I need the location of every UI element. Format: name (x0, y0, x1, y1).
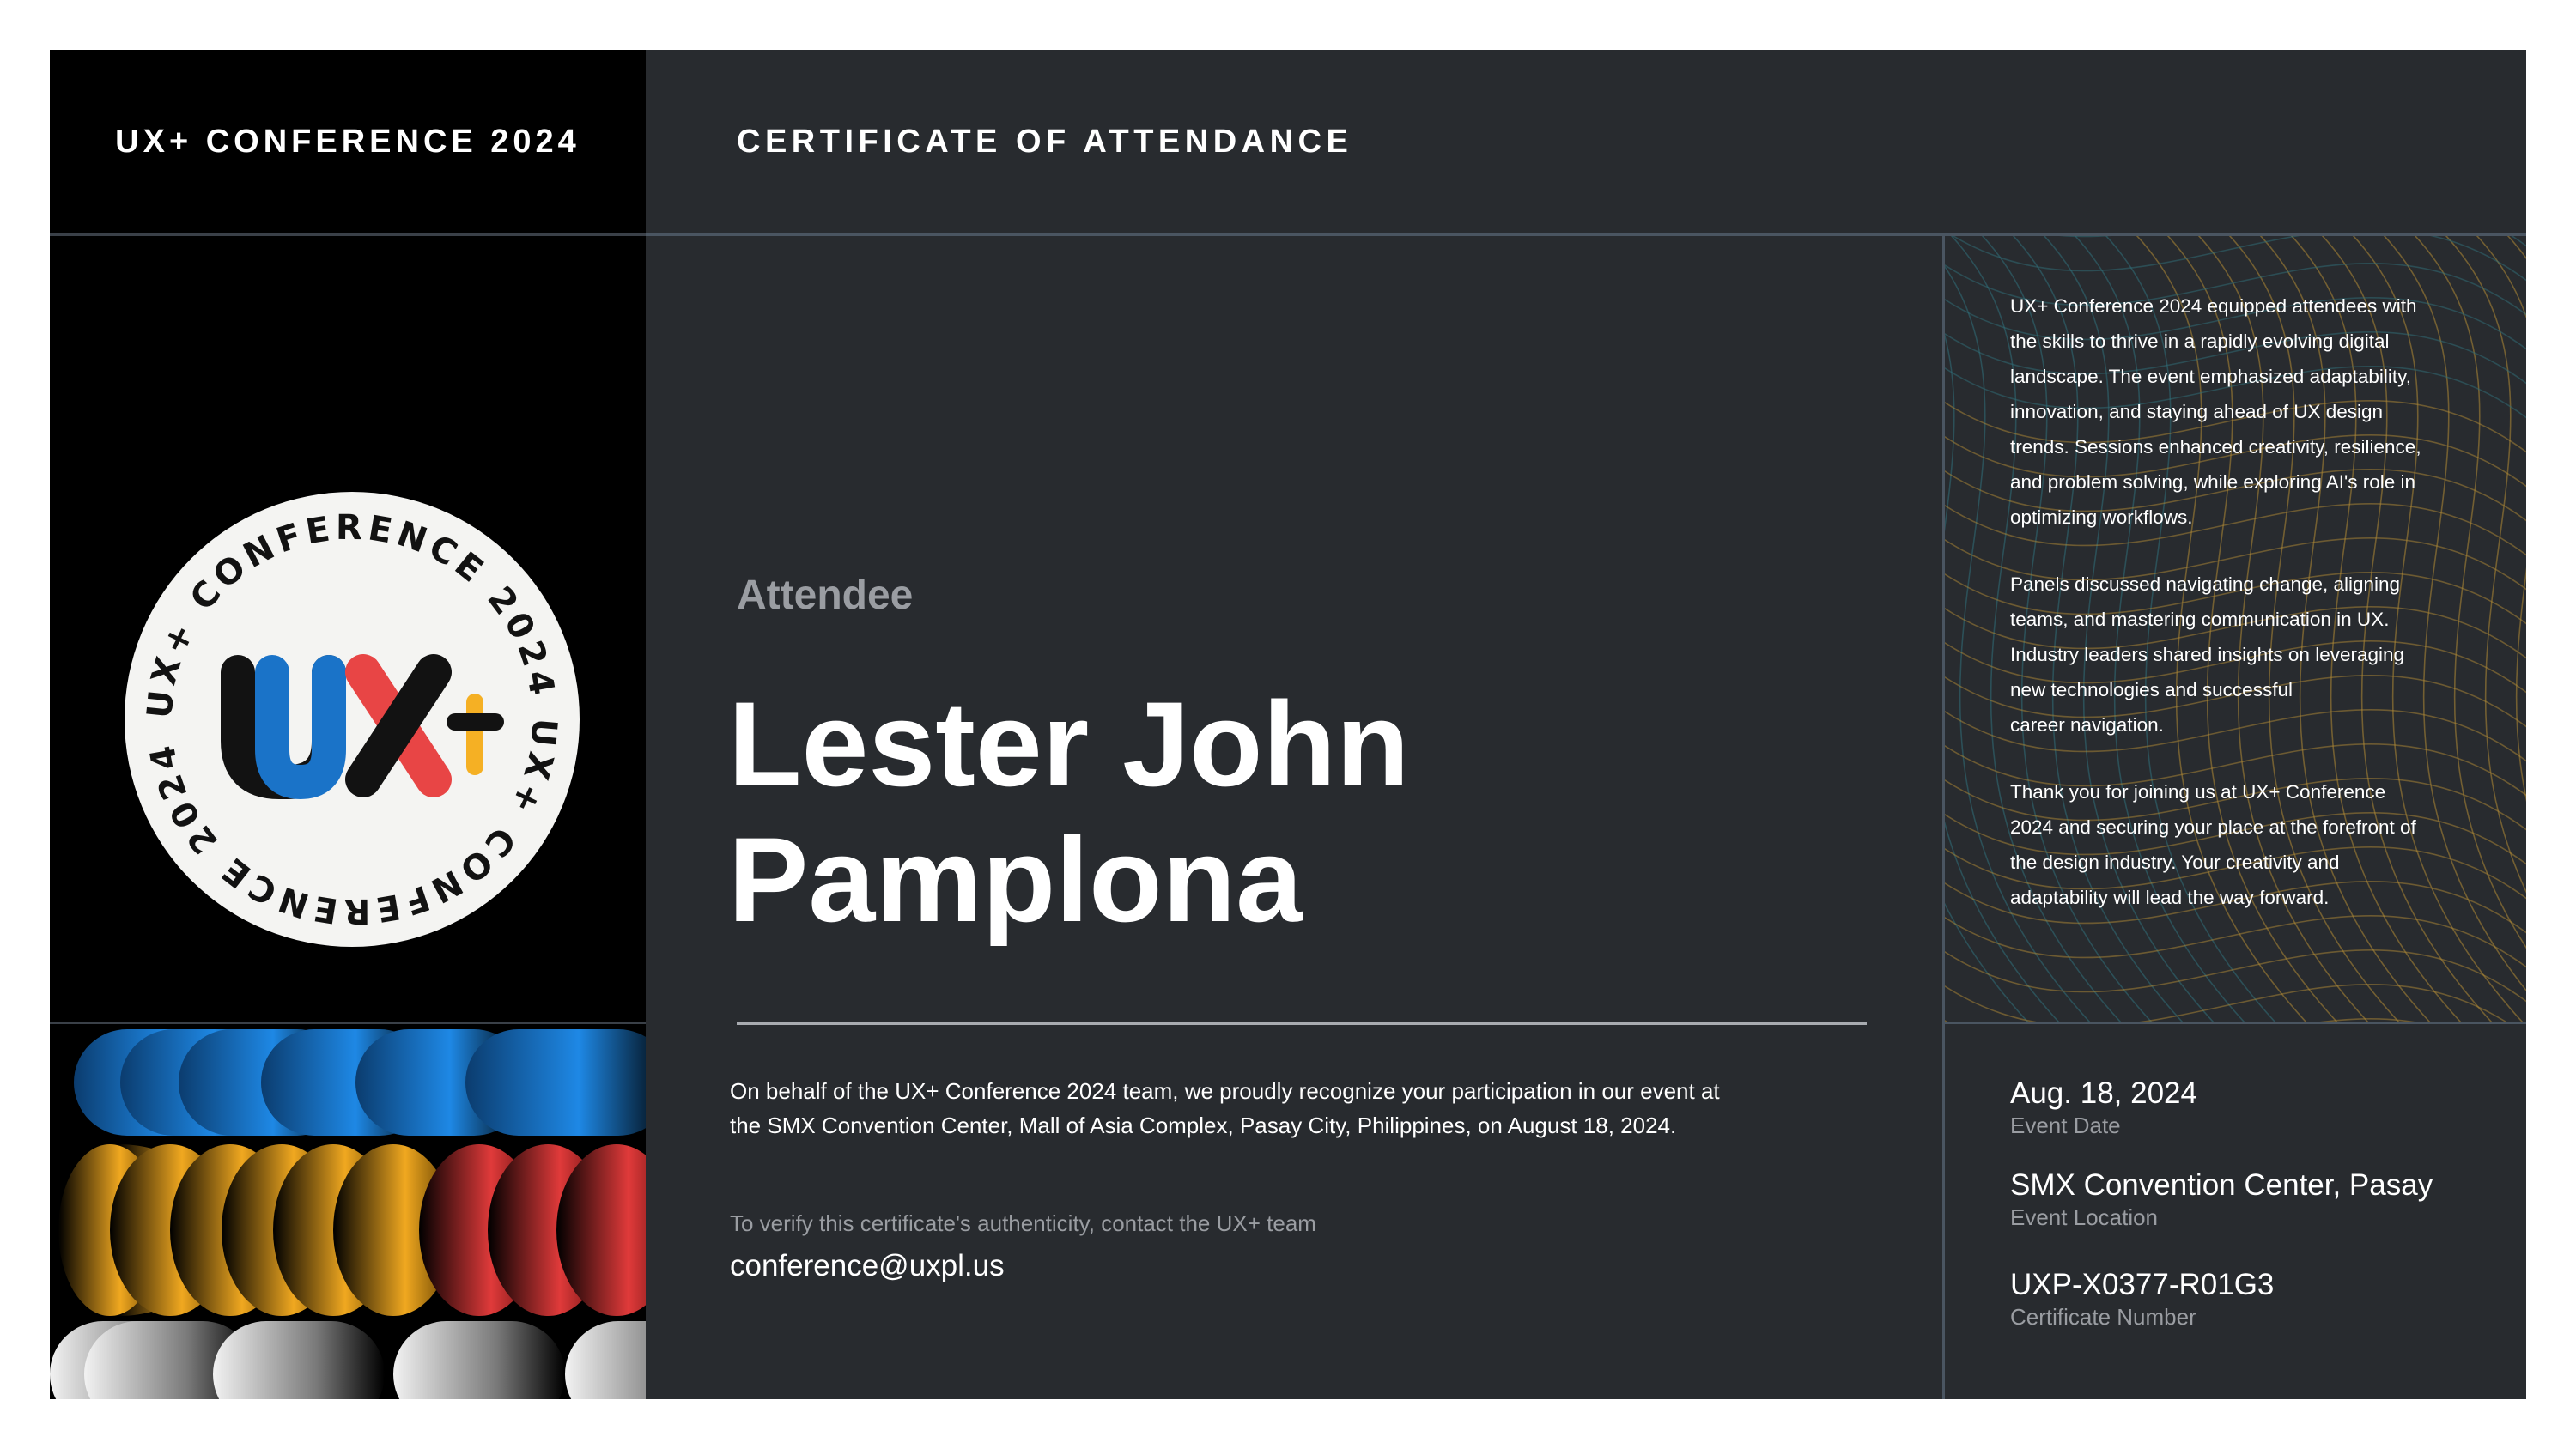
certificate: UX+ CONFERENCE 2024 UX+ CONFERENCE 2024 … (50, 50, 2526, 1399)
event-location-value: SMX Convention Center, Pasay (2010, 1168, 2433, 1202)
attendee-name-line1: Lester John (728, 676, 1410, 811)
attendee-name-line2: Pamplona (728, 812, 1303, 947)
recognition-text: On behalf of the UX+ Conference 2024 tea… (730, 1074, 1846, 1143)
attendee-name: Lester John Pamplona (728, 676, 1844, 948)
mesh-line (1945, 949, 2526, 1003)
gold-red-half-circle-row (58, 1144, 646, 1316)
certificate-title: CERTIFICATE OF ATTENDANCE (737, 123, 1353, 160)
verify-text: To verify this certificate's authenticit… (730, 1210, 1316, 1236)
conference-title: UX+ CONFERENCE 2024 (115, 123, 580, 160)
event-date-value: Aug. 18, 2024 (2010, 1076, 2197, 1110)
certificate-number-value: UXP-X0377-R01G3 (2010, 1268, 2275, 1301)
mesh-line (2506, 236, 2526, 260)
name-underline (737, 1022, 1867, 1025)
badge-circle (125, 492, 580, 947)
certificate-number-block: UXP-X0377-R01G3 Certificate Number (2010, 1267, 2274, 1331)
event-location-label: Event Location (2010, 1204, 2159, 1230)
certificate-title-bar: CERTIFICATE OF ATTENDANCE (737, 50, 1352, 233)
pill-pattern-graphic (50, 1024, 646, 1399)
left-brand-panel: UX+ CONFERENCE 2024 UX+ CONFERENCE 2024 … (50, 50, 646, 1399)
left-divider (50, 233, 646, 236)
summary-paragraph-1: UX+ Conference 2024 equipped attendees w… (2010, 295, 2421, 528)
badge-graphic: UX+ CONFERENCE 2024 UX+ CONFERENCE 2024 (125, 492, 580, 947)
mesh-line (1945, 1018, 2415, 1022)
recognition-line2: the SMX Convention Center, Mall of Asia … (730, 1113, 1677, 1138)
attendee-label: Attendee (737, 573, 914, 618)
blue-pill-row (74, 1029, 646, 1136)
event-summary: UX+ Conference 2024 equipped attendees w… (2010, 288, 2491, 947)
contact-email[interactable]: conference@uxpl.us (730, 1249, 1005, 1283)
decorative-pattern (50, 1022, 646, 1399)
event-date-block: Aug. 18, 2024 Event Date (2010, 1076, 2197, 1139)
conference-title-bar: UX+ CONFERENCE 2024 (50, 50, 646, 233)
conference-badge: UX+ CONFERENCE 2024 UX+ CONFERENCE 2024 (125, 492, 580, 947)
summary-paragraph-3: Thank you for joining us at UX+ Conferen… (2010, 781, 2416, 908)
event-location-block: SMX Convention Center, Pasay Event Locat… (2010, 1167, 2433, 1231)
recognition-line1: On behalf of the UX+ Conference 2024 tea… (730, 1078, 1720, 1104)
certificate-number-label: Certificate Number (2010, 1304, 2196, 1330)
event-date-label: Event Date (2010, 1113, 2121, 1138)
details-divider (1942, 1022, 2526, 1024)
summary-paragraph-2: Panels discussed navigating change, alig… (2010, 573, 2405, 736)
mesh-line (2522, 236, 2526, 1022)
